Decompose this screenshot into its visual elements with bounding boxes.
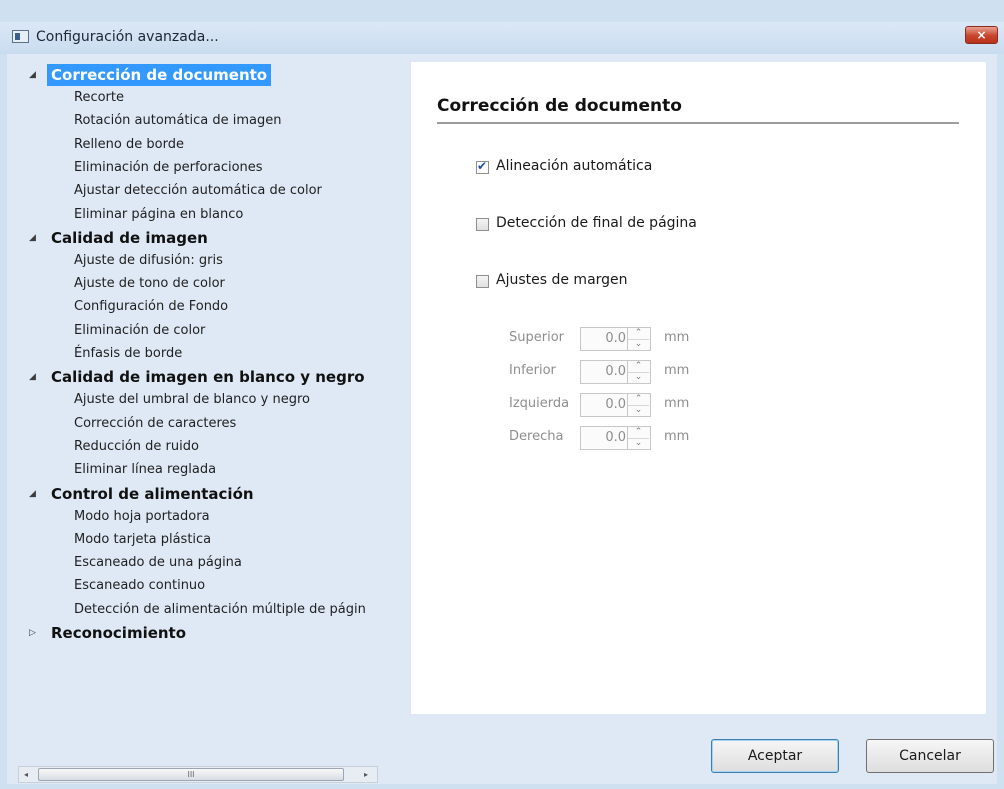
- chevron-down-icon[interactable]: ⌄: [628, 405, 649, 416]
- margin-left-input[interactable]: 0.0 ⌃ ⌄: [580, 393, 651, 417]
- collapse-arrow-icon[interactable]: ◢: [29, 489, 39, 499]
- panel-title: Corrección de documento: [437, 96, 682, 116]
- margin-right-stepper[interactable]: ⌃ ⌄: [627, 427, 650, 449]
- tree-group-2[interactable]: ◢ Calidad de imagen en blanco y negro: [7, 366, 405, 388]
- margin-left-value[interactable]: 0.0: [605, 397, 626, 412]
- scroll-right-icon[interactable]: ▸: [364, 770, 368, 779]
- margin-top-value[interactable]: 0.0: [605, 331, 626, 346]
- tree-item[interactable]: Énfasis de borde: [74, 343, 182, 365]
- tree-group-label[interactable]: Calidad de imagen: [47, 227, 212, 249]
- tree-item[interactable]: Relleno de borde: [74, 134, 184, 156]
- chevron-down-icon[interactable]: ⌄: [628, 438, 649, 449]
- tree-item[interactable]: Ajustar detección automática de color: [74, 180, 322, 202]
- tree-group-1[interactable]: ◢ Calidad de imagen: [7, 227, 405, 249]
- auto-alignment-label[interactable]: Alineación automática: [496, 158, 652, 174]
- title-bar: Configuración avanzada... ×: [0, 22, 1004, 54]
- chevron-down-icon[interactable]: ⌄: [628, 372, 649, 383]
- tree-item[interactable]: Escaneado de una página: [74, 552, 242, 574]
- auto-alignment-checkbox[interactable]: [476, 159, 489, 174]
- tree-item[interactable]: Eliminar página en blanco: [74, 204, 243, 226]
- tree-group-label[interactable]: Calidad de imagen en blanco y negro: [47, 366, 369, 388]
- tree-horizontal-scrollbar[interactable]: ◂ III ▸: [18, 766, 378, 783]
- tree-group-label[interactable]: Reconocimiento: [47, 622, 190, 644]
- app-icon: [12, 30, 29, 43]
- tree-item[interactable]: Detección de alimentación múltiple de pá…: [74, 599, 366, 621]
- collapse-arrow-icon[interactable]: ◢: [29, 70, 39, 80]
- end-of-page-detection-label[interactable]: Detección de final de página: [496, 215, 697, 231]
- collapse-arrow-icon[interactable]: ◢: [29, 233, 39, 243]
- scroll-left-icon[interactable]: ◂: [24, 770, 28, 779]
- settings-panel: Corrección de documento Alineación autom…: [411, 62, 986, 714]
- window: Configuración avanzada... × ◢ Corrección …: [0, 0, 1004, 789]
- settings-tree: ◢ Corrección de documento Recorte Rotación …: [7, 62, 405, 722]
- tree-item[interactable]: Eliminación de color: [74, 320, 205, 342]
- tree-item[interactable]: Eliminar línea reglada: [74, 459, 216, 481]
- margin-top-input[interactable]: 0.0 ⌃ ⌄: [580, 327, 651, 351]
- expand-arrow-icon[interactable]: ▷: [29, 628, 39, 638]
- tree-group-label[interactable]: Corrección de documento: [47, 64, 272, 86]
- margin-bottom-value[interactable]: 0.0: [605, 364, 626, 379]
- margin-bottom-stepper[interactable]: ⌃ ⌄: [627, 361, 650, 383]
- tree-item[interactable]: Corrección de caracteres: [74, 413, 236, 435]
- tree-item[interactable]: Escaneado continuo: [74, 575, 205, 597]
- window-title: Configuración avanzada...: [36, 29, 219, 45]
- tree-group-0[interactable]: ◢ Corrección de documento: [7, 64, 405, 86]
- margin-left-unit: mm: [664, 396, 690, 411]
- scroll-thumb[interactable]: III: [38, 768, 344, 781]
- tree-group-4[interactable]: ▷ Reconocimiento: [7, 622, 405, 644]
- margin-bottom-label: Inferior: [509, 363, 556, 378]
- margin-left-stepper[interactable]: ⌃ ⌄: [627, 394, 650, 416]
- tree-item[interactable]: Modo hoja portadora: [74, 506, 210, 528]
- tree-item[interactable]: Modo tarjeta plástica: [74, 529, 211, 551]
- margin-settings-checkbox[interactable]: [476, 275, 489, 288]
- chevron-down-icon[interactable]: ⌄: [628, 339, 649, 350]
- margin-top-stepper[interactable]: ⌃ ⌄: [627, 328, 650, 350]
- tree-item[interactable]: Ajuste de difusión: gris: [74, 250, 223, 272]
- margin-right-value[interactable]: 0.0: [605, 430, 626, 445]
- tree-item[interactable]: Ajuste de tono de color: [74, 273, 225, 295]
- margin-left-label: Izquierda: [509, 396, 570, 411]
- tree-item[interactable]: Configuración de Fondo: [74, 296, 228, 318]
- tree-item[interactable]: Rotación automática de imagen: [74, 110, 282, 132]
- margin-bottom-input[interactable]: 0.0 ⌃ ⌄: [580, 360, 651, 384]
- tree-item[interactable]: Eliminación de perforaciones: [74, 157, 263, 179]
- margin-right-input[interactable]: 0.0 ⌃ ⌄: [580, 426, 651, 450]
- margin-bottom-unit: mm: [664, 363, 690, 378]
- tree-group-label[interactable]: Control de alimentación: [47, 483, 258, 505]
- panel-divider: [437, 122, 959, 124]
- tree-item[interactable]: Recorte: [74, 87, 124, 109]
- margin-top-unit: mm: [664, 330, 690, 345]
- collapse-arrow-icon[interactable]: ◢: [29, 372, 39, 382]
- close-button[interactable]: ×: [965, 26, 998, 44]
- ok-button[interactable]: Aceptar: [711, 739, 839, 773]
- tree-item[interactable]: Reducción de ruido: [74, 436, 199, 458]
- margin-top-label: Superior: [509, 330, 564, 345]
- end-of-page-detection-checkbox[interactable]: [476, 218, 489, 231]
- margin-settings-label[interactable]: Ajustes de margen: [496, 272, 628, 288]
- margin-right-label: Derecha: [509, 429, 564, 444]
- margin-right-unit: mm: [664, 429, 690, 444]
- tree-group-3[interactable]: ◢ Control de alimentación: [7, 483, 405, 505]
- cancel-button[interactable]: Cancelar: [866, 739, 994, 773]
- tree-item[interactable]: Ajuste del umbral de blanco y negro: [74, 389, 310, 411]
